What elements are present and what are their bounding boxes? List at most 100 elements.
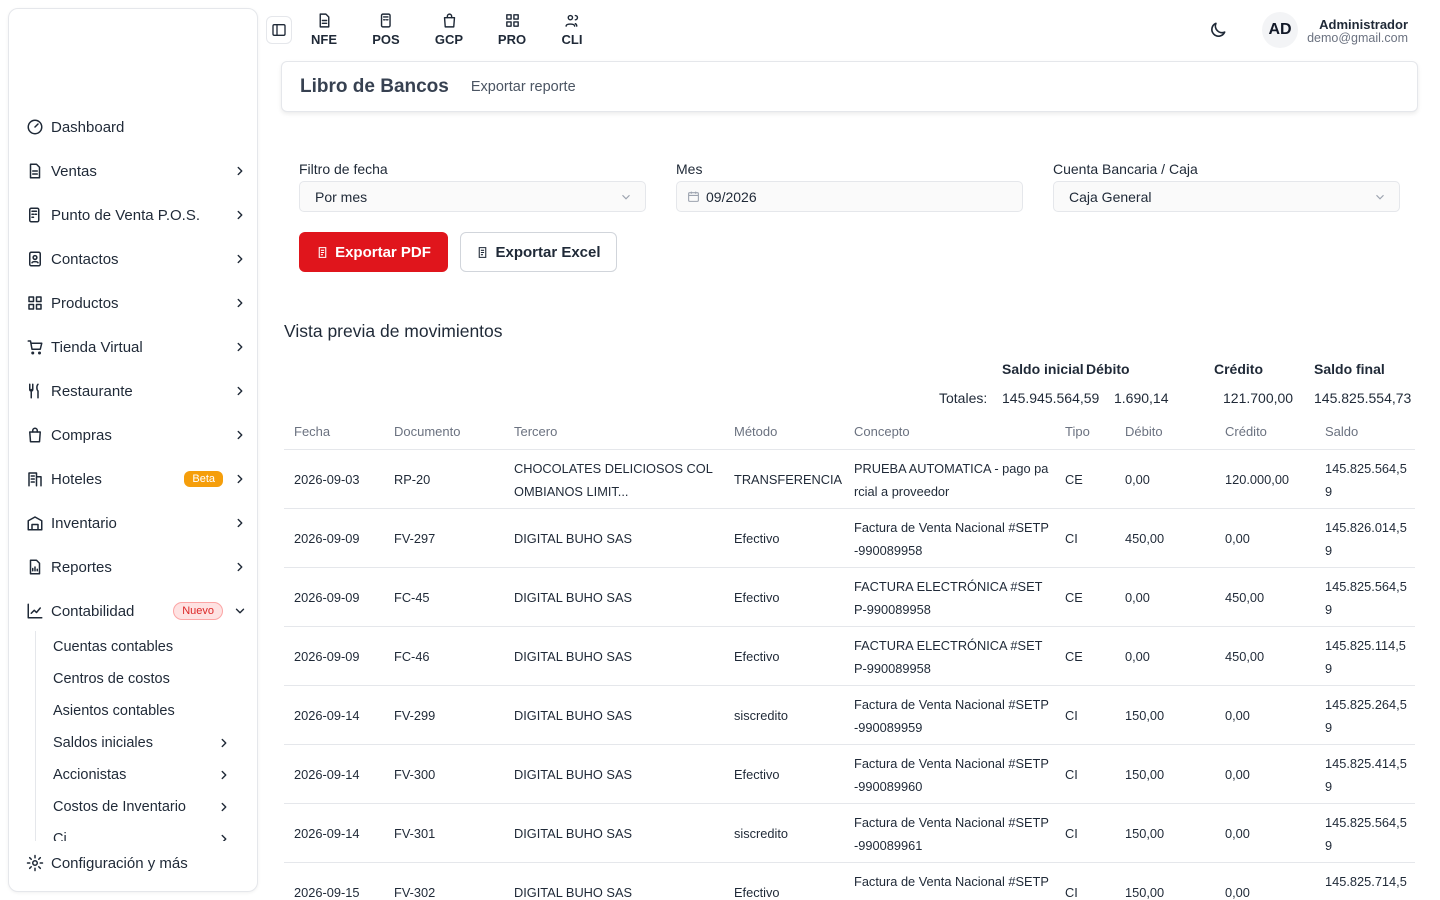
subitem-cuentas-contables[interactable]: Cuentas contables [53,635,231,659]
totals-header-debito: Débito [1086,361,1130,377]
chevron-right-icon [233,516,247,530]
subitem-centros-de-costos[interactable]: Centros de costos [53,667,231,691]
table-cell: 145.825.714,59 [1325,874,1407,900]
sidebar-item-hoteles[interactable]: Hoteles Beta [25,463,247,495]
calendar-icon [687,190,700,203]
config-button[interactable]: Configuración y más [25,853,188,873]
subitem-asientos-contables[interactable]: Asientos contables [53,699,231,723]
module-pos[interactable]: POS [366,12,406,47]
subitem-accionistas[interactable]: Accionistas [53,763,231,787]
avatar[interactable]: AD [1262,12,1298,48]
table-row: 2026-09-14 FV-300 DIGITAL BUHO SAS Efectivo… [284,745,1415,804]
sidebar-item-contactos[interactable]: Contactos [25,243,247,275]
table-row: 2026-09-09 FC-45 DIGITAL BUHO SAS Efectivo F… [284,568,1415,627]
sidebar: Dashboard Ventas Punto de Venta P.O.S. C… [8,8,258,892]
table-cell: 2026-09-14 [294,767,360,782]
column-header: Método [734,424,778,439]
module-pro[interactable]: PRO [492,12,532,47]
module-nfe[interactable]: NFE [304,12,344,47]
table-cell: CHOCOLATES DELICIOSOS COLOMBIANOS LIMIT.… [514,461,713,499]
table-cell: FV-302 [394,885,436,900]
table-cell: 2026-09-03 [294,472,360,487]
month-input[interactable]: 09/2026 [676,181,1023,212]
module-gcp[interactable]: GCP [429,12,469,47]
table-cell: 2026-09-09 [294,531,360,546]
sidebar-item-label: Contactos [51,250,119,268]
table-cell: CE [1065,590,1083,605]
sidebar-item-contabilidad[interactable]: Contabilidad Nuevo [25,595,247,627]
totals-header-saldo-final: Saldo final [1314,361,1385,377]
totals-saldo-final: 145.825.554,73 [1314,390,1412,406]
sidebar-item-label: Compras [51,426,112,444]
date-filter-select[interactable]: Por mes [299,181,646,212]
table-cell: DIGITAL BUHO SAS [514,885,633,900]
export-report-link[interactable]: Exportar reporte [471,79,576,95]
chevron-right-icon [233,340,247,354]
table-cell: CE [1065,649,1083,664]
chevron-right-icon [233,164,247,178]
bag-icon [443,13,455,28]
subitem-cut-off[interactable]: Ci [53,827,231,841]
sidebar-item-compras[interactable]: Compras [25,419,247,451]
dark-mode-toggle[interactable] [1208,20,1230,42]
sidebar-item-ventas[interactable]: Ventas [25,155,247,187]
table-cell: 145.825.414,59 [1325,756,1407,794]
totals-label: Totales: [939,390,988,406]
column-header: Débito [1125,424,1163,439]
sidebar-item-inventario[interactable]: Inventario [25,507,247,539]
export-excel-button[interactable]: Exportar Excel [460,232,617,272]
preview-title: Vista previa de movimientos [284,321,503,341]
sidebar-item-reportes[interactable]: Reportes [25,551,247,583]
table-cell: DIGITAL BUHO SAS [514,590,633,605]
table-cell: Factura de Venta Nacional #SETP-99008996… [854,756,1049,794]
column-header: Tipo [1065,424,1090,439]
sidebar-item-restaurante[interactable]: Restaurante [25,375,247,407]
sidebar-item-productos[interactable]: Productos [25,287,247,319]
module-cli[interactable]: CLI [552,12,592,47]
table-cell: 0,00 [1125,472,1150,487]
table-cell: 2026-09-09 [294,649,360,664]
chart-icon [25,601,45,621]
table-row: 2026-09-03 RP-20 CHOCOLATES DELICIOSOS COL… [284,450,1415,509]
account-select[interactable]: Caja General [1053,181,1400,212]
chevron-right-icon [233,384,247,398]
table-row: 2026-09-14 FV-301 DIGITAL BUHO SAS siscredi… [284,804,1415,863]
table-cell: Efectivo [734,531,780,546]
chevron-right-icon [233,252,247,266]
date-filter-label: Filtro de fecha [299,161,388,177]
pos-icon [25,205,45,225]
table-cell: FACTURA ELECTRÓNICA #SETP-990089958 [854,638,1043,676]
table-cell: 145.825.564,59 [1325,461,1407,499]
users-icon [564,14,578,27]
table-cell: FV-300 [394,767,436,782]
table-cell: 145.825.564,59 [1325,579,1407,617]
column-header: Saldo [1325,424,1359,439]
chevron-right-icon [233,428,247,442]
table-row: 2026-09-15 FV-302 DIGITAL BUHO SAS Efectivo… [284,863,1415,900]
sidebar-toggle-button[interactable] [266,16,292,44]
sidebar-item-label: Hoteles [51,470,102,488]
sidebar-item-pos[interactable]: Punto de Venta P.O.S. [25,199,247,231]
table-cell: 450,00 [1225,649,1265,664]
table-cell: 150,00 [1125,767,1165,782]
table-cell: DIGITAL BUHO SAS [514,767,633,782]
moon-icon [1211,22,1226,37]
config-label: Configuración y más [51,854,188,872]
table-cell: Factura de Venta Nacional #SETP-99008995… [854,697,1049,735]
subitem-saldos-iniciales[interactable]: Saldos iniciales [53,731,231,755]
chevron-down-icon [1373,190,1387,204]
table-cell: siscredito [734,826,789,841]
chevron-right-icon [233,208,247,222]
table-cell: 145.825.264,59 [1325,697,1407,735]
warehouse-icon [25,513,45,533]
sidebar-item-dashboard[interactable]: Dashboard [25,111,247,143]
table-cell: CI [1065,826,1078,841]
table-cell: 450,00 [1125,531,1165,546]
export-pdf-button[interactable]: Exportar PDF [299,232,448,272]
document-icon [25,161,45,181]
subitem-costos-de-inventario[interactable]: Costos de Inventario [53,795,231,819]
gear-icon [25,853,45,873]
column-header: Documento [394,424,461,439]
sidebar-item-tienda-virtual[interactable]: Tienda Virtual [25,331,247,363]
table-cell: FC-45 [394,590,430,605]
